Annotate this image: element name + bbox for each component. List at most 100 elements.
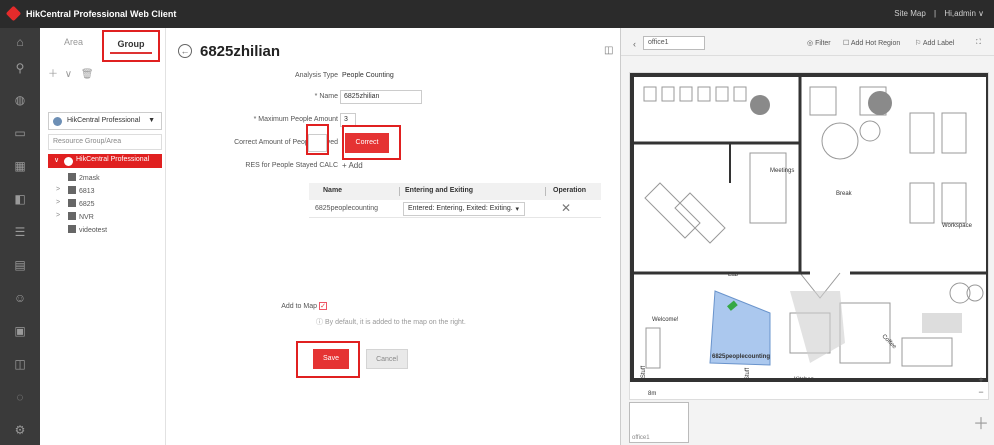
device-label[interactable]: 6825peoplecounting (712, 354, 770, 360)
add-icon[interactable]: ＋ (48, 69, 58, 80)
site-select[interactable]: HikCentral Professional ▼ (48, 112, 162, 130)
pin-icon[interactable]: ◌ (12, 389, 28, 405)
app-title: HikCentral Professional Web Client (26, 9, 177, 19)
map-thumbnail[interactable]: office1 (629, 402, 689, 443)
resource-panel: Area Group ＋ ∨ 🗑 HikCentral Professional… (40, 28, 166, 445)
table-row: 6825peoplecounting Entered: Entering, Ex… (309, 200, 601, 218)
chevron-right-icon[interactable]: > (56, 186, 60, 193)
chevron-down-icon: ∨ (54, 157, 60, 164)
panel-actions: ＋ ∨ 🗑 (48, 65, 94, 80)
zoom-out-icon[interactable]: − (976, 387, 986, 397)
highlight-box (342, 125, 401, 160)
table-header: Name Entering and Exiting Operation (309, 183, 601, 200)
tree-item[interactable]: videotest (68, 225, 107, 234)
analysis-type-value: People Counting (342, 72, 394, 79)
row-name: 6825peoplecounting (315, 205, 379, 212)
name-field[interactable]: 6825zhilian (340, 90, 422, 104)
chevron-left-icon[interactable]: ‹ (633, 39, 636, 49)
list-icon[interactable]: ☰ (12, 224, 28, 240)
max-people-label: * Maximum People Amount (253, 116, 338, 123)
map-label-workspace: Workspace (942, 223, 972, 229)
res-label: RES for People Stayed CALC (245, 162, 338, 169)
floor-plan-drawing (630, 73, 988, 382)
highlight-box (306, 124, 329, 155)
grid-icon[interactable]: ▦ (12, 158, 28, 174)
map-icon[interactable]: ⚲ (12, 60, 28, 76)
map-label-welcome: Welcome! (652, 317, 679, 323)
region-icon: ☐ (843, 40, 850, 47)
search-input[interactable]: Resource Group/Area (48, 134, 162, 150)
person-icon[interactable]: ☺ (12, 290, 28, 306)
add-map-icon[interactable]: ＋ (973, 410, 989, 434)
tree-item[interactable]: > 6813 (56, 186, 95, 195)
top-right-menu: Site Map | Hi,admin ∨ (894, 9, 984, 18)
ac-icon[interactable]: ▣ (12, 323, 28, 339)
column-header-operation: Operation (553, 187, 587, 194)
site-icon (64, 157, 73, 166)
filter-button[interactable]: ◎ Filter (807, 39, 831, 47)
info-icon: ⓘ (316, 319, 323, 326)
back-arrow-icon[interactable]: ← (178, 44, 192, 58)
site-map-link[interactable]: Site Map (894, 9, 926, 18)
map-toolbar: ‹ office1 ◎ Filter ☐ Add Hot Region ⚐ Ad… (621, 28, 994, 56)
calendar-icon[interactable]: ▤ (12, 257, 28, 273)
main-form: ← 6825zhilian Analysis Type People Count… (166, 28, 620, 445)
entering-exiting-select[interactable]: Entered: Entering, Exited: Exiting. ▾ (403, 202, 525, 216)
zoom-in-icon[interactable]: + (976, 375, 986, 385)
add-resource-link[interactable]: + Add (342, 161, 363, 170)
tab-area[interactable]: Area (64, 37, 83, 47)
delete-icon[interactable]: 🗑 (81, 69, 94, 80)
add-to-map-hint: ⓘ By default, it is added to the map on … (316, 319, 466, 326)
add-to-map-label: Add to Map (281, 303, 317, 310)
map-label-meetings: Meetings (770, 168, 795, 174)
tab-group[interactable]: Group (102, 30, 160, 62)
fullscreen-icon[interactable]: ⛶ (976, 39, 981, 47)
top-bar: HikCentral Professional Web Client Site … (0, 0, 994, 28)
collapse-map-icon[interactable]: ◫ (604, 45, 613, 56)
map-label-stuff: Stuff (745, 367, 752, 381)
monitor-icon[interactable]: ▭ (12, 125, 28, 141)
site-icon (53, 117, 62, 126)
map-panel: ‹ office1 ◎ Filter ☐ Add Hot Region ⚐ Ad… (620, 28, 994, 445)
gear-icon[interactable]: ⚙ (12, 422, 28, 438)
remove-icon[interactable]: ✕ (561, 201, 571, 215)
map-label-lab: Lab (728, 272, 739, 278)
doorbell-icon[interactable]: ◧ (12, 191, 28, 207)
group-icon (68, 199, 76, 207)
hikvision-logo-icon (5, 5, 22, 22)
column-header-name: Name (323, 187, 343, 194)
chevron-right-icon[interactable]: > (56, 212, 60, 219)
add-label-button[interactable]: ⚐ Add Label (915, 39, 954, 47)
chevron-down-icon[interactable]: ∨ (65, 69, 72, 80)
name-label: * Name (314, 93, 338, 100)
caret-down-icon: ▼ (148, 117, 155, 124)
tree-item[interactable]: > NVR (56, 212, 94, 221)
column-header-entering: Entering and Exiting (405, 187, 474, 194)
add-to-map-checkbox[interactable]: ✓ (319, 302, 327, 310)
map-label-break: Break (836, 191, 852, 197)
map-scale: 8m (648, 391, 657, 397)
chevron-right-icon[interactable]: > (56, 199, 60, 206)
thumbnail-label: office1 (632, 435, 650, 441)
tree-item[interactable]: > 6825 (56, 199, 95, 208)
page-title: 6825zhilian (200, 43, 281, 60)
eye-icon: ◎ (807, 40, 814, 47)
sidebar-nav: ⌂ ⚲ ◍ ▭ ▦ ◧ ☰ ▤ ☺ ▣ ◫ ◌ ⚙ (0, 28, 40, 445)
user-menu[interactable]: Hi,admin ∨ (944, 9, 984, 18)
analysis-type-label: Analysis Type (294, 72, 338, 79)
tree-item[interactable]: 2mask (68, 173, 100, 182)
globe-icon[interactable]: ◍ (12, 92, 28, 108)
label-icon: ⚐ (915, 40, 922, 47)
parking-icon[interactable]: ◫ (12, 356, 28, 372)
tree-root[interactable]: ∨ HikCentral Professional (48, 154, 162, 168)
floor-map[interactable]: Meetings Break Workspace Lab Welcome! 68… (629, 72, 989, 400)
group-icon (68, 212, 76, 220)
home-icon[interactable]: ⌂ (12, 34, 28, 50)
add-hot-region-button[interactable]: ☐ Add Hot Region (843, 39, 900, 47)
cancel-button[interactable]: Cancel (366, 349, 408, 369)
map-label-stuff: Stuff (641, 365, 648, 379)
group-icon (68, 225, 76, 233)
group-icon (68, 186, 76, 194)
highlight-box (296, 341, 360, 378)
map-tab[interactable]: office1 (643, 36, 705, 50)
